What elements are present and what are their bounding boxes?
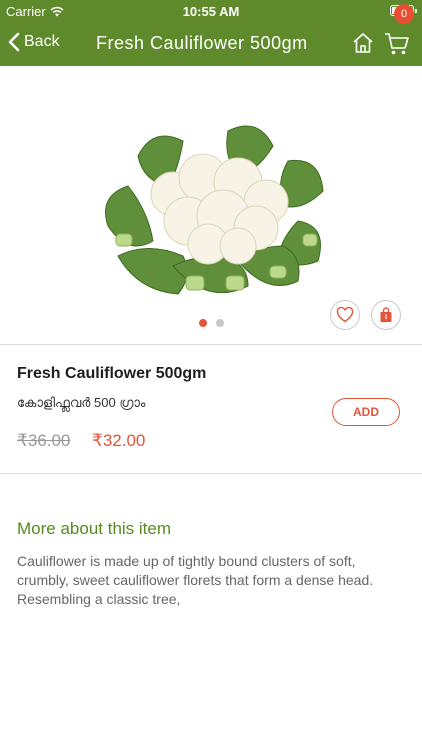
divider (0, 344, 422, 345)
gallery-pagination[interactable] (0, 319, 422, 327)
product-description: Cauliflower is made up of tightly bound … (17, 553, 374, 607)
section-title: More about this item (17, 519, 172, 538)
product-name: Fresh Cauliflower 500gm (17, 365, 207, 382)
back-button[interactable]: Back (8, 32, 60, 52)
sale-price: ₹32.00 (92, 431, 146, 450)
product-gallery[interactable] (0, 66, 422, 344)
page-title: Fresh Cauliflower 500gm (96, 33, 308, 53)
product-image (105, 125, 324, 295)
add-to-cart-button[interactable]: ADD (332, 398, 400, 426)
divider (0, 473, 422, 474)
home-icon[interactable] (351, 31, 375, 55)
status-bar: Carrier 10:55 AM (0, 0, 422, 22)
pagination-dot-active[interactable] (198, 319, 207, 327)
chevron-left-icon (8, 32, 20, 52)
status-time: 10:55 AM (182, 4, 240, 19)
navigation-bar: Back Fresh Cauliflower 500gm (0, 22, 422, 66)
cart-count-badge: 0 (394, 4, 414, 24)
pagination-dot[interactable] (215, 319, 224, 327)
original-price: ₹36.00 (17, 431, 71, 450)
cart-icon[interactable] (384, 32, 410, 56)
product-local-name: കോളിഫ്ലവർ 500 ഗ്രാം (17, 395, 146, 410)
back-label: Back (24, 33, 60, 50)
